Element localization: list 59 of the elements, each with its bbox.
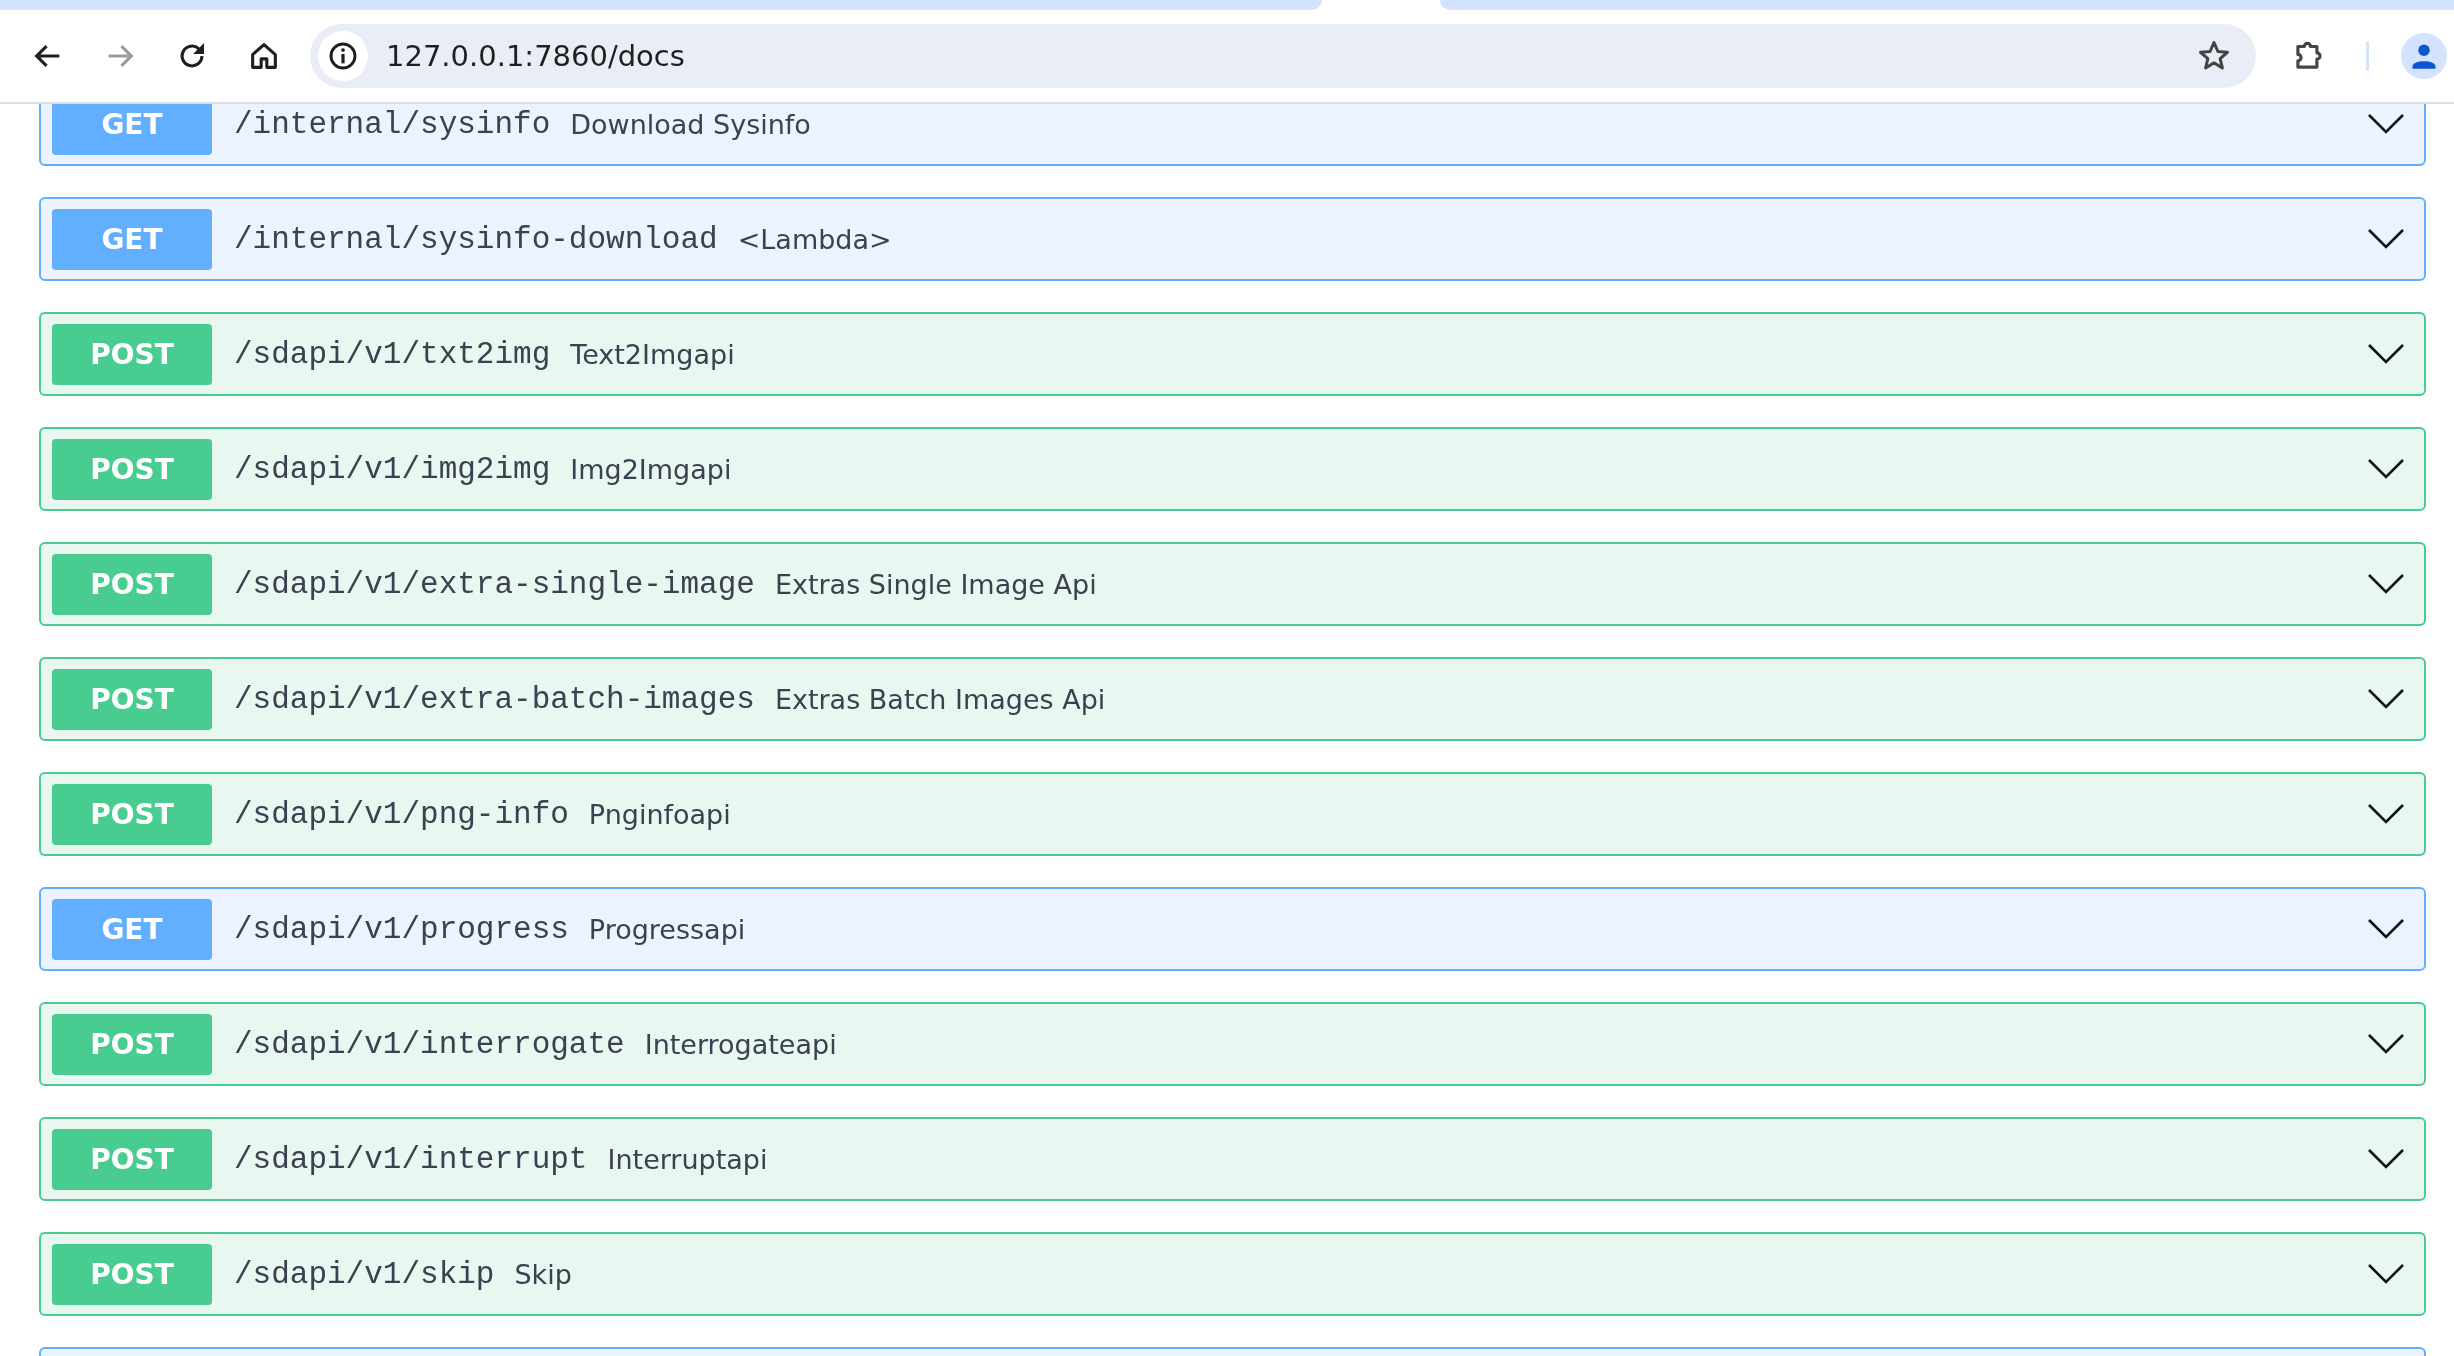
operation-row[interactable]: POST /sdapi/v1/png-info Pnginfoapi [39, 772, 2426, 856]
operation-row[interactable]: GET /internal/sysinfo Download Sysinfo [39, 104, 2426, 166]
chevron-down-icon[interactable] [2368, 574, 2404, 594]
endpoint-summary: Pnginfoapi [588, 798, 732, 830]
chevron-down-icon[interactable] [2368, 1034, 2404, 1054]
endpoint-summary: Interrogateapi [644, 1028, 838, 1060]
endpoint-path: /sdapi/v1/interrogate [234, 1026, 625, 1062]
endpoint-summary: Progressapi [588, 913, 747, 945]
endpoint-summary: Interruptapi [607, 1143, 769, 1175]
method-badge: GET [52, 898, 212, 960]
method-badge: POST [52, 553, 212, 615]
method-badge: POST [52, 783, 212, 845]
operation-row[interactable]: POST /sdapi/v1/interrogate Interrogateapi [39, 1002, 2426, 1086]
chevron-down-icon[interactable] [2368, 919, 2404, 939]
endpoint-summary: Download Sysinfo [570, 108, 812, 140]
operation-row[interactable]: POST /sdapi/v1/extra-batch-images Extras Batch Images Api [39, 657, 2426, 741]
chevron-down-icon[interactable] [2368, 229, 2404, 249]
operation-row[interactable]: GET /internal/sysinfo-download <Lambda> [39, 197, 2426, 281]
endpoint-path: /sdapi/v1/png-info [234, 796, 569, 832]
method-badge: POST [52, 323, 212, 385]
endpoint-path: /sdapi/v1/progress [234, 911, 569, 947]
method-badge: GET [52, 104, 212, 155]
endpoint-summary: Skip [514, 1258, 573, 1290]
method-badge: POST [52, 1243, 212, 1305]
chevron-down-icon[interactable] [2368, 689, 2404, 709]
method-badge: POST [52, 1128, 212, 1190]
method-badge: POST [52, 668, 212, 730]
endpoint-path: /sdapi/v1/interrupt [234, 1141, 588, 1177]
endpoint-path: /sdapi/v1/img2img [234, 451, 551, 487]
endpoint-path: /internal/sysinfo-download [234, 221, 718, 257]
endpoint-path: /sdapi/v1/txt2img [234, 336, 551, 372]
operation-row[interactable]: POST /sdapi/v1/txt2img Text2Imgapi [39, 312, 2426, 396]
chevron-down-icon[interactable] [2368, 1149, 2404, 1169]
chevron-down-icon[interactable] [2368, 344, 2404, 364]
endpoint-path: /internal/sysinfo [234, 106, 551, 142]
info-icon[interactable] [327, 40, 359, 72]
method-badge: GET [52, 208, 212, 270]
endpoint-summary: Extras Batch Images Api [774, 683, 1107, 715]
chevron-down-icon[interactable] [2368, 1264, 2404, 1284]
chevron-down-icon[interactable] [2368, 804, 2404, 824]
endpoint-path: /sdapi/v1/extra-batch-images [234, 681, 755, 717]
operation-row[interactable]: GET /sdapi/v1/progress Progressapi [39, 887, 2426, 971]
operation-row[interactable]: POST /sdapi/v1/extra-single-image Extras Single Image Api [39, 542, 2426, 626]
method-badge: POST [52, 438, 212, 500]
chevron-down-icon[interactable] [2368, 459, 2404, 479]
method-badge: POST [52, 1013, 212, 1075]
endpoint-path: /sdapi/v1/extra-single-image [234, 566, 755, 602]
endpoint-path: /sdapi/v1/skip [234, 1256, 495, 1292]
address-bar[interactable]: 127.0.0.1:7860/docs [310, 24, 2256, 88]
chevron-down-icon[interactable] [2368, 114, 2404, 134]
url-text: 127.0.0.1:7860/docs [386, 39, 686, 73]
operation-row[interactable]: POST /sdapi/v1/skip Skip [39, 1232, 2426, 1316]
endpoint-summary: Img2Imgapi [570, 453, 733, 485]
operation-row[interactable]: POST /sdapi/v1/interrupt Interruptapi [39, 1117, 2426, 1201]
endpoint-summary: Extras Single Image Api [774, 568, 1098, 600]
endpoint-summary: Text2Imgapi [570, 338, 736, 370]
endpoint-summary: <Lambda> [737, 223, 893, 255]
operation-row[interactable]: POST /sdapi/v1/img2img Img2Imgapi [39, 427, 2426, 511]
profile-icon[interactable] [2401, 33, 2447, 79]
